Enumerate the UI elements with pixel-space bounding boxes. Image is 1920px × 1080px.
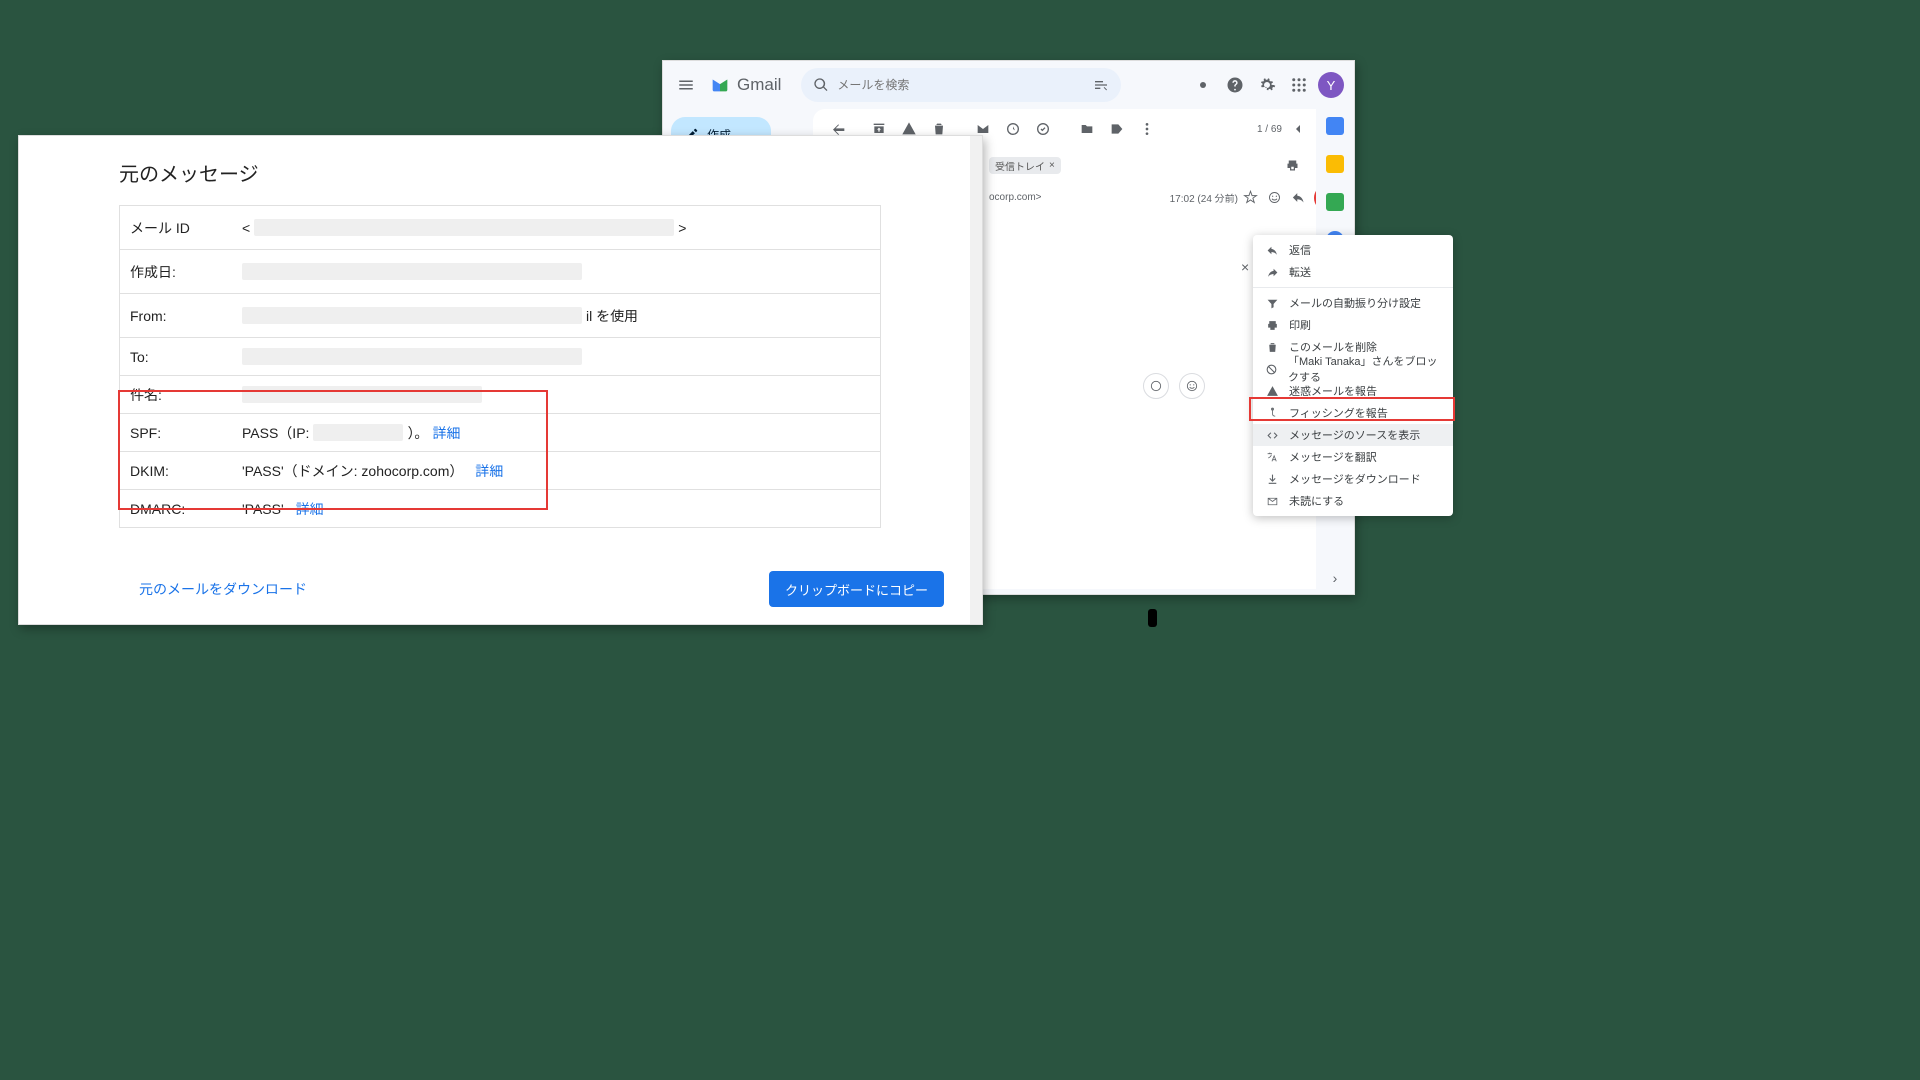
chip-close-icon[interactable]: ×: [1049, 160, 1055, 171]
prev-icon[interactable]: [1284, 115, 1312, 143]
labels-icon[interactable]: [1103, 115, 1131, 143]
original-message-window: 元のメッセージ メール ID <> 作成日: From: il を使用 To: …: [18, 135, 983, 625]
message-counter: 1 / 69: [1257, 124, 1282, 135]
row-from: From: il を使用: [120, 294, 880, 338]
download-original-link[interactable]: 元のメールをダウンロード: [139, 579, 307, 599]
row-created: 作成日:: [120, 250, 880, 294]
keep-app-icon[interactable]: [1326, 155, 1344, 173]
move-to-icon[interactable]: [1073, 115, 1101, 143]
compose-bubble: [1148, 609, 1157, 627]
close-icon[interactable]: ×: [1241, 259, 1249, 275]
reaction-icon[interactable]: [1262, 185, 1286, 209]
ctx-block[interactable]: 「Maki Tanaka」さんをブロックする: [1253, 358, 1453, 380]
orig-title: 元のメッセージ: [19, 136, 982, 205]
phishing-icon: [1265, 406, 1279, 420]
inbox-chip[interactable]: 受信トレイ×: [989, 157, 1061, 174]
more-icon[interactable]: [1133, 115, 1161, 143]
headers-table: メール ID <> 作成日: From: il を使用 To: 件名: SPF:…: [119, 205, 881, 528]
spf-detail-link[interactable]: 詳細: [432, 423, 460, 443]
gmail-topbar: Gmail Y: [663, 61, 1354, 109]
translate-icon: [1265, 450, 1279, 464]
reaction-add-button[interactable]: [1179, 373, 1205, 399]
block-icon: [1265, 362, 1278, 376]
from-suffix: il を使用: [586, 306, 638, 326]
copy-clipboard-button[interactable]: クリップボードにコピー: [769, 571, 944, 607]
row-mail-id: メール ID <>: [120, 206, 880, 250]
star-icon[interactable]: [1238, 185, 1262, 209]
row-to: To:: [120, 338, 880, 376]
unread-icon: [1265, 494, 1279, 508]
gmail-logo-text: Gmail: [737, 75, 781, 95]
ctx-print[interactable]: 印刷: [1253, 314, 1453, 336]
row-spf: SPF: PASS（IP: ）。詳細: [120, 414, 880, 452]
gmail-logo: Gmail: [709, 74, 781, 96]
ctx-download[interactable]: メッセージをダウンロード: [1253, 468, 1453, 490]
download-icon: [1265, 472, 1279, 486]
sender-domain: ocorp.com>: [989, 192, 1042, 203]
ctx-phishing[interactable]: フィッシングを報告: [1253, 402, 1453, 424]
reply-icon: [1265, 243, 1279, 257]
menu-icon[interactable]: [673, 72, 699, 98]
snooze-icon[interactable]: [999, 115, 1027, 143]
status-icon[interactable]: [1190, 72, 1216, 98]
forward-icon: [1265, 265, 1279, 279]
tasks-app-icon[interactable]: [1326, 193, 1344, 211]
print-icon: [1265, 318, 1279, 332]
trash-icon: [1265, 340, 1279, 354]
row-subject: 件名:: [120, 376, 880, 414]
ctx-translate[interactable]: メッセージを翻訳: [1253, 446, 1453, 468]
context-menu: 返信 転送 メールの自動振り分け設定 印刷 このメールを削除 「Maki Tan…: [1253, 235, 1453, 516]
dkim-detail-link[interactable]: 詳細: [475, 461, 503, 481]
dmarc-value: 'PASS': [242, 501, 284, 517]
row-dmarc: DMARC: 'PASS' 詳細: [120, 490, 880, 528]
search-input[interactable]: [837, 78, 1085, 92]
spam-icon: [1265, 384, 1279, 398]
ctx-reply[interactable]: 返信: [1253, 239, 1453, 261]
source-icon: [1265, 428, 1279, 442]
ctx-unread[interactable]: 未読にする: [1253, 490, 1453, 512]
orig-footer: 元のメールをダウンロード クリップボードにコピー: [19, 554, 970, 624]
message-time: 17:02 (24 分前): [1170, 190, 1238, 205]
settings-icon[interactable]: [1254, 72, 1280, 98]
print-icon[interactable]: [1280, 153, 1304, 177]
calendar-app-icon[interactable]: [1326, 117, 1344, 135]
apps-icon[interactable]: [1286, 72, 1312, 98]
add-task-icon[interactable]: [1029, 115, 1057, 143]
scrollbar[interactable]: [970, 136, 982, 624]
ctx-filter[interactable]: メールの自動振り分け設定: [1253, 292, 1453, 314]
tune-icon[interactable]: [1093, 77, 1109, 93]
filter-icon: [1265, 296, 1279, 310]
reply-quick-icon[interactable]: [1286, 185, 1310, 209]
avatar[interactable]: Y: [1318, 72, 1344, 98]
dmarc-detail-link[interactable]: 詳細: [296, 499, 324, 519]
reaction-row: [1143, 373, 1205, 399]
dkim-value: 'PASS'（ドメイン: zohocorp.com）: [242, 461, 463, 481]
row-dkim: DKIM: 'PASS'（ドメイン: zohocorp.com） 詳細: [120, 452, 880, 490]
help-icon[interactable]: [1222, 72, 1248, 98]
ctx-forward[interactable]: 転送: [1253, 261, 1453, 283]
reaction-button[interactable]: [1143, 373, 1169, 399]
search-bar[interactable]: [801, 68, 1121, 102]
ctx-show-source[interactable]: メッセージのソースを表示: [1253, 424, 1453, 446]
collapse-appbar-icon[interactable]: ›: [1333, 570, 1338, 586]
